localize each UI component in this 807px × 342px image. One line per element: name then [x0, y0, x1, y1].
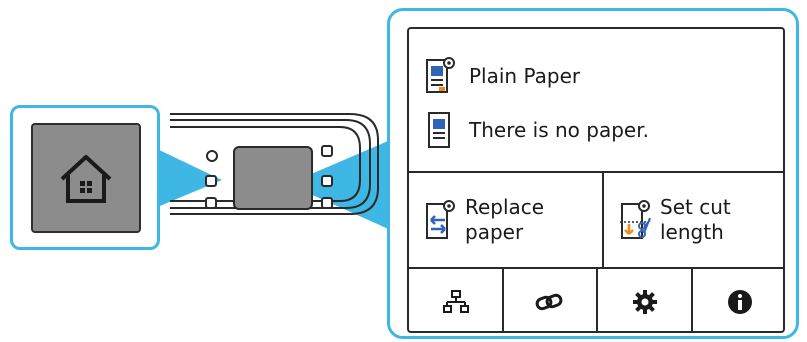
set-cut-length-label-line2: length [660, 220, 724, 244]
replace-paper-label: Replace paper [465, 195, 544, 245]
set-cut-length-label-line1: Set cut [660, 195, 731, 219]
settings-button[interactable] [598, 269, 691, 331]
paper-status-row: There is no paper. [409, 105, 783, 155]
paper-sheet-icon [428, 112, 450, 148]
touch-screen: Plain Paper There is no paper. Replace p… [407, 27, 785, 333]
info-button[interactable] [693, 269, 783, 331]
panel-left-button-mid [205, 175, 217, 187]
replace-paper-icon [426, 200, 455, 239]
panel-left-button-bottom [205, 197, 217, 209]
media-type-label: Plain Paper [469, 64, 581, 88]
wireless-connect-button[interactable] [504, 269, 596, 331]
panel-right-button-mid [321, 175, 333, 187]
control-panel-illustration [170, 113, 379, 215]
panel-screen [233, 146, 313, 210]
set-cut-length-button[interactable]: Set cut length [604, 173, 783, 267]
cut-length-icon [620, 200, 651, 239]
roll-paper-icon [426, 57, 455, 93]
home-icon [60, 155, 112, 203]
replace-paper-label-line1: Replace [465, 195, 545, 219]
panel-right-button-bottom [321, 197, 333, 209]
set-cut-length-label: Set cut length [660, 195, 731, 245]
replace-paper-label-line2: paper [465, 220, 524, 244]
screen-callout: Plain Paper There is no paper. Replace p… [387, 8, 799, 339]
wireless-connect-icon [535, 293, 563, 311]
paper-status-message: There is no paper. [469, 118, 649, 142]
network-button[interactable] [409, 269, 502, 331]
network-icon [442, 290, 469, 313]
info-icon [728, 290, 752, 314]
panel-left-lamp [206, 150, 218, 162]
home-button-callout [10, 105, 160, 250]
home-button[interactable] [31, 123, 141, 233]
replace-paper-button[interactable]: Replace paper [409, 173, 602, 267]
panel-right-button-top [321, 145, 333, 157]
settings-gear-icon [632, 290, 657, 314]
media-status-row[interactable]: Plain Paper [409, 51, 783, 101]
illustration-stage: Plain Paper There is no paper. Replace p… [0, 0, 807, 342]
